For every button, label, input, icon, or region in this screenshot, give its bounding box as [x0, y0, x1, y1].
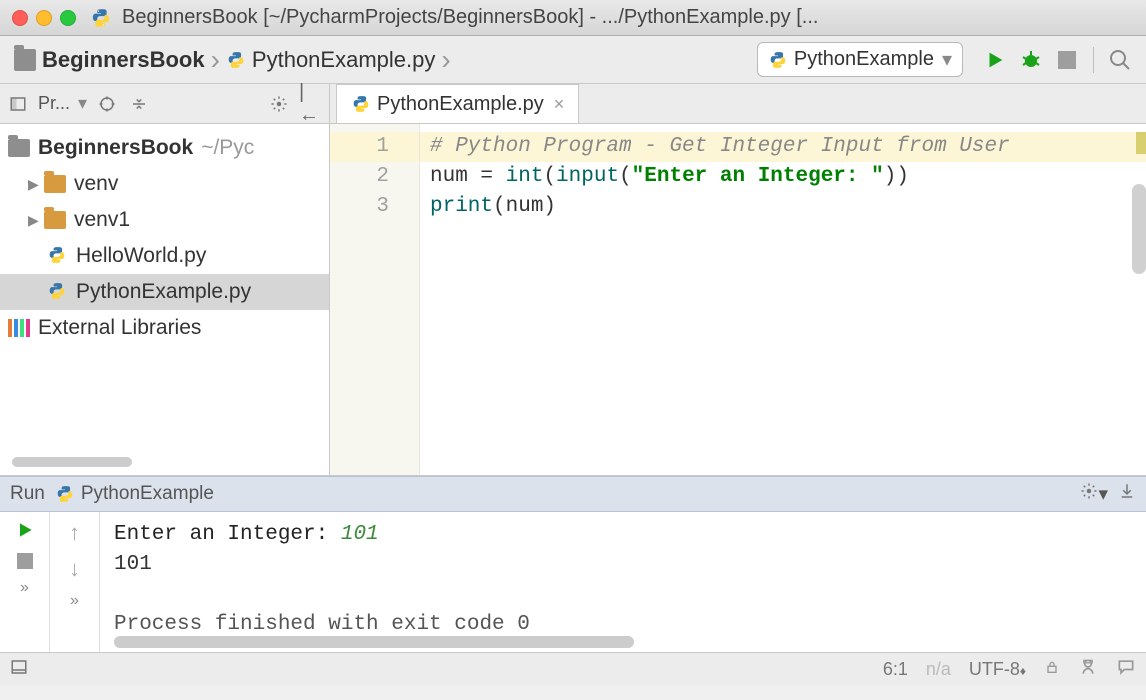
console-output[interactable]: Enter an Integer: 101 101 Process finish… [100, 512, 1146, 652]
project-tool-icon[interactable] [6, 92, 30, 116]
console-scrollbar[interactable] [114, 636, 634, 648]
code-editor[interactable]: 1 2 3 # Python Program - Get Integer Inp… [330, 124, 1146, 475]
navigation-bar: BeginnersBook › PythonExample.py › Pytho… [0, 36, 1146, 84]
rerun-button[interactable] [15, 520, 35, 543]
scroll-up-icon[interactable]: ↑ [69, 520, 80, 546]
debug-button[interactable] [1017, 46, 1045, 74]
python-file-icon [226, 50, 246, 70]
target-icon[interactable] [95, 92, 119, 116]
scroll-down-icon[interactable]: ↓ [69, 556, 80, 582]
close-tab-icon[interactable]: × [554, 94, 565, 115]
main-area: Pr... ▾ |← BeginnersBook ~/Pyc ▶ [0, 84, 1146, 475]
chevron-right-icon: › [441, 44, 450, 76]
editor-tab[interactable]: PythonExample.py × [336, 84, 579, 123]
collapse-icon[interactable] [127, 92, 151, 116]
sidebar-scrollbar[interactable] [12, 457, 132, 467]
tool-windows-icon[interactable] [10, 658, 28, 681]
libraries-icon [8, 319, 30, 337]
tree-folder-venv[interactable]: ▶ venv [0, 166, 329, 202]
window-titlebar: BeginnersBook [~/PycharmProjects/Beginne… [0, 0, 1146, 36]
feedback-icon[interactable] [1116, 657, 1136, 682]
maximize-window-icon[interactable] [60, 10, 76, 26]
editor-scrollbar[interactable] [1132, 124, 1146, 475]
python-file-icon [351, 94, 371, 114]
tree-file-pythonexample[interactable]: PythonExample.py [0, 274, 329, 310]
python-icon [55, 484, 75, 504]
hide-icon[interactable]: |← [299, 92, 323, 116]
breadcrumb-file[interactable]: PythonExample.py [220, 47, 441, 73]
code-text[interactable]: # Python Program - Get Integer Input fro… [420, 124, 1146, 475]
expander-icon[interactable]: ▶ [28, 212, 44, 229]
gear-icon[interactable]: ▾ [1080, 482, 1108, 506]
tree-folder-venv1[interactable]: ▶ venv1 [0, 202, 329, 238]
project-tree: BeginnersBook ~/Pyc ▶ venv ▶ venv1 Hello… [0, 124, 329, 449]
window-controls [12, 10, 76, 26]
folder-icon [14, 49, 36, 71]
line-separator[interactable]: n/a [926, 659, 951, 680]
breadcrumb-root[interactable]: BeginnersBook [8, 47, 211, 73]
run-panel-body: » ↑ ↓ » Enter an Integer: 101 101 Proces… [0, 512, 1146, 652]
run-configuration-selector[interactable]: PythonExample ▾ [757, 42, 963, 77]
folder-icon [44, 211, 66, 229]
editor-area: PythonExample.py × 1 2 3 # Python Progra… [330, 84, 1146, 475]
run-panel-header[interactable]: Run PythonExample ▾ [0, 476, 1146, 512]
python-file-icon [48, 246, 68, 266]
python-icon [768, 50, 788, 70]
run-button[interactable] [981, 46, 1009, 74]
more-icon[interactable]: » [20, 579, 29, 597]
download-icon[interactable] [1118, 482, 1136, 506]
python-file-icon [48, 282, 68, 302]
sidebar-title-label[interactable]: Pr... [38, 93, 70, 114]
search-button[interactable] [1106, 46, 1134, 74]
window-title: BeginnersBook [~/PycharmProjects/Beginne… [122, 6, 818, 29]
tree-external-libraries[interactable]: External Libraries [0, 310, 329, 346]
chevron-right-icon: › [211, 44, 220, 76]
warning-stripe [1136, 132, 1146, 154]
gear-icon[interactable] [267, 92, 291, 116]
run-gutter-primary: » [0, 512, 50, 652]
titlebar-file-icon [90, 7, 112, 29]
toolbar-separator [1093, 47, 1094, 73]
scrollbar-thumb[interactable] [1132, 184, 1146, 274]
caret-position[interactable]: 6:1 [883, 659, 908, 680]
sidebar-toolbar: Pr... ▾ |← [0, 84, 329, 124]
lock-icon[interactable] [1044, 659, 1060, 680]
editor-tabbar: PythonExample.py × [330, 84, 1146, 124]
editor-gutter: 1 2 3 [330, 124, 420, 475]
folder-icon [8, 139, 30, 157]
expander-icon[interactable]: ▶ [28, 176, 44, 193]
tree-project-root[interactable]: BeginnersBook ~/Pyc [0, 130, 329, 166]
stop-button[interactable] [17, 553, 33, 569]
more-icon[interactable]: » [70, 592, 79, 610]
run-gutter-secondary: ↑ ↓ » [50, 512, 100, 652]
minimize-window-icon[interactable] [36, 10, 52, 26]
inspector-icon[interactable] [1078, 657, 1098, 682]
chevron-down-icon[interactable]: ▾ [78, 93, 87, 114]
close-window-icon[interactable] [12, 10, 28, 26]
project-sidebar: Pr... ▾ |← BeginnersBook ~/Pyc ▶ [0, 84, 330, 475]
folder-icon [44, 175, 66, 193]
file-encoding[interactable]: UTF-8♦ [969, 659, 1026, 680]
tree-file-helloworld[interactable]: HelloWorld.py [0, 238, 329, 274]
chevron-down-icon: ▾ [942, 47, 952, 72]
stop-button[interactable] [1053, 46, 1081, 74]
run-tool-window: Run PythonExample ▾ » ↑ ↓ » Enter an Int… [0, 475, 1146, 652]
